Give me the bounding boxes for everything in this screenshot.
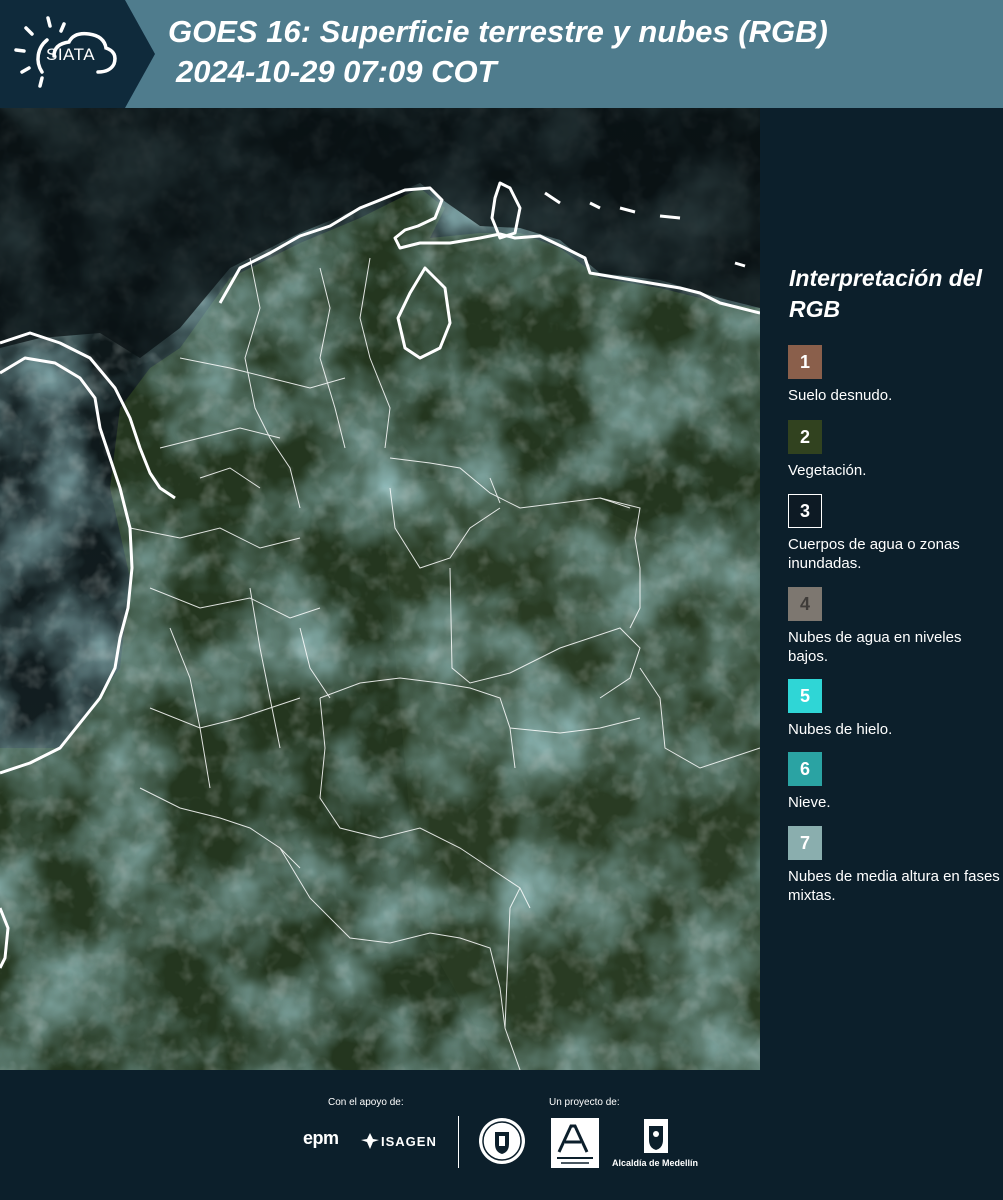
area-metropolitana-logo bbox=[551, 1118, 599, 1168]
legend-item-ice-clouds: 5 Nubes de hielo. bbox=[788, 679, 1000, 739]
satellite-rgb-image bbox=[0, 108, 760, 1070]
legend-item-vegetation: 2 Vegetación. bbox=[788, 420, 1000, 480]
legend-swatch: 2 bbox=[788, 420, 822, 454]
medellin-seal-icon bbox=[479, 1118, 525, 1164]
header-bar: SIATA GOES 16: Superficie terrestre y nu… bbox=[0, 0, 1003, 108]
isagen-logo: ISAGEN bbox=[381, 1134, 437, 1149]
legend-panel: Interpretación del RGB 1 Suelo desnudo. … bbox=[760, 108, 1003, 1070]
legend-item-mid-level-clouds: 7 Nubes de media altura en fases mixtas. bbox=[788, 826, 1000, 905]
support-label: Con el apoyo de: bbox=[328, 1097, 404, 1108]
legend-swatch: 1 bbox=[788, 345, 822, 379]
legend-item-bare-soil: 1 Suelo desnudo. bbox=[788, 345, 1000, 405]
logo-text: SIATA bbox=[46, 45, 96, 64]
legend-label: Cuerpos de agua o zonas inundadas. bbox=[788, 536, 960, 572]
legend-swatch: 3 bbox=[788, 494, 822, 528]
footer-sponsors: Con el apoyo de: Un proyecto de: epm ISA… bbox=[0, 1070, 1003, 1200]
isagen-mark-icon bbox=[361, 1133, 379, 1149]
siata-logo: SIATA bbox=[0, 0, 125, 108]
legend-swatch: 4 bbox=[788, 587, 822, 621]
legend-item-snow: 6 Nieve. bbox=[788, 752, 1000, 812]
legend-label: Nieve. bbox=[788, 794, 831, 811]
satellite-map[interactable] bbox=[0, 108, 760, 1070]
legend-swatch: 7 bbox=[788, 826, 822, 860]
legend-label: Nubes de media altura en fases mixtas. bbox=[788, 868, 1000, 904]
footer-divider bbox=[458, 1116, 459, 1168]
legend-label: Vegetación. bbox=[788, 462, 867, 479]
project-label: Un proyecto de: bbox=[549, 1097, 620, 1108]
page-timestamp: 2024-10-29 07:09 COT bbox=[176, 54, 497, 89]
legend-label: Suelo desnudo. bbox=[788, 387, 893, 404]
alcaldia-shield-icon bbox=[644, 1119, 668, 1153]
legend-swatch: 6 bbox=[788, 752, 822, 786]
legend-title: Interpretación del RGB bbox=[789, 265, 982, 322]
epm-logo: epm bbox=[303, 1128, 339, 1148]
legend-swatch: 5 bbox=[788, 679, 822, 713]
legend-label: Nubes de hielo. bbox=[788, 721, 893, 738]
legend-item-water-bodies: 3 Cuerpos de agua o zonas inundadas. bbox=[788, 494, 1000, 573]
logo-arrow bbox=[125, 0, 155, 108]
page-title: GOES 16: Superficie terrestre y nubes (R… bbox=[168, 14, 828, 49]
alcaldia-label: Alcaldía de Medellín bbox=[612, 1158, 699, 1168]
legend-label: Nubes de agua en niveles bajos. bbox=[788, 629, 962, 665]
legend-item-low-water-clouds: 4 Nubes de agua en niveles bajos. bbox=[788, 587, 1000, 666]
